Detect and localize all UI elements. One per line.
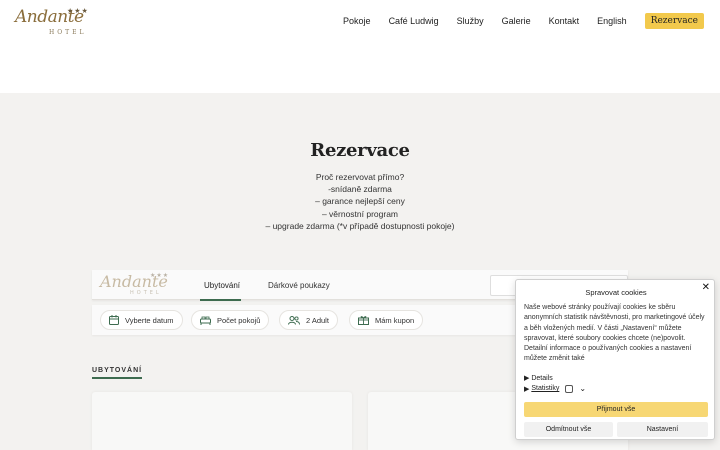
nav-item-sluzby[interactable]: Služby	[457, 13, 484, 29]
tab-darkove-poukazy[interactable]: Dárkové poukazy	[268, 281, 330, 290]
calendar-icon	[109, 315, 119, 325]
nav-item-english[interactable]: English	[597, 13, 627, 29]
nav-item-cafe-ludwig[interactable]: Café Ludwig	[389, 13, 439, 29]
nav-item-pokoje[interactable]: Pokoje	[343, 13, 371, 29]
deny-all-button[interactable]: Odmítnout vše	[524, 422, 613, 437]
widget-logo: Andante ★★★ HOTEL	[100, 272, 172, 298]
active-tab-indicator	[200, 299, 241, 301]
widget-logo-sub: HOTEL	[130, 290, 162, 296]
cookie-statistics-label: Statistiky	[531, 385, 560, 392]
chevron-down-icon[interactable]: ⌄	[579, 384, 586, 393]
bed-icon	[200, 316, 211, 325]
cookie-dialog-text: Naše webové stránky používají cookies ke…	[524, 304, 705, 363]
why-line: -snídaně zdarma	[328, 184, 392, 195]
date-picker-button[interactable]: Vyberte datum	[100, 310, 183, 330]
nav-item-kontakt[interactable]: Kontakt	[549, 13, 580, 29]
guests-icon	[288, 315, 300, 325]
coupon-label: Mám kupon	[375, 315, 415, 325]
guests-button[interactable]: 2 Adult	[279, 310, 338, 330]
accommodation-heading-underline	[92, 377, 142, 379]
room-card[interactable]	[92, 392, 352, 450]
cookie-details-label: Details	[531, 375, 553, 382]
cookie-statistics-toggle[interactable]: ▶ Statistiky ⌄	[524, 384, 586, 393]
gift-icon	[358, 316, 369, 325]
main-nav: Pokoje Café Ludwig Služby Galerie Kontak…	[325, 13, 704, 29]
why-line: – upgrade zdarma (*v případě dostupnosti…	[265, 220, 455, 231]
nav-item-galerie[interactable]: Galerie	[502, 13, 531, 29]
why-book-direct: Proč rezervovat přímo? -snídaně zdarma –…	[0, 171, 720, 232]
widget-logo-stars: ★★★	[150, 272, 170, 279]
why-line: Proč rezervovat přímo?	[315, 172, 405, 182]
why-line: – garance nejlepší ceny	[315, 196, 405, 207]
date-picker-label: Vyberte datum	[125, 315, 174, 325]
rooms-count-button[interactable]: Počet pokojů	[191, 310, 270, 330]
accommodation-heading: UBYTOVÁNÍ	[92, 367, 143, 374]
tab-ubytovani[interactable]: Ubytování	[204, 281, 240, 290]
guests-label: 2 Adult	[306, 315, 329, 325]
logo-stars: ★★★	[67, 7, 89, 15]
reservation-button[interactable]: Rezervace	[644, 13, 704, 29]
accept-all-button[interactable]: Přijmout vše	[524, 402, 708, 417]
logo-sub: HOTEL	[49, 29, 87, 36]
hotel-logo[interactable]: Andante ★★★ HOTEL	[15, 7, 95, 39]
why-line: – věrnostní program	[321, 208, 399, 219]
cookie-dialog-title: Spravovat cookies	[585, 288, 647, 297]
page: Andante ★★★ HOTEL Pokoje Café Ludwig Slu…	[0, 0, 720, 450]
section-title: Rezervace	[310, 140, 410, 161]
expand-arrow-icon: ▶	[524, 385, 532, 393]
coupon-button[interactable]: Mám kupon	[349, 310, 424, 330]
site-header: Andante ★★★ HOTEL Pokoje Café Ludwig Slu…	[0, 0, 720, 46]
rooms-count-label: Počet pokojů	[217, 315, 261, 325]
statistics-checkbox[interactable]	[565, 384, 574, 393]
cookie-settings-button[interactable]: Nastavení	[617, 422, 708, 437]
cookie-details-toggle[interactable]: ▶ Details	[524, 374, 553, 382]
cookie-consent-dialog: ✕ Spravovat cookies Naše webové stránky …	[515, 279, 715, 440]
